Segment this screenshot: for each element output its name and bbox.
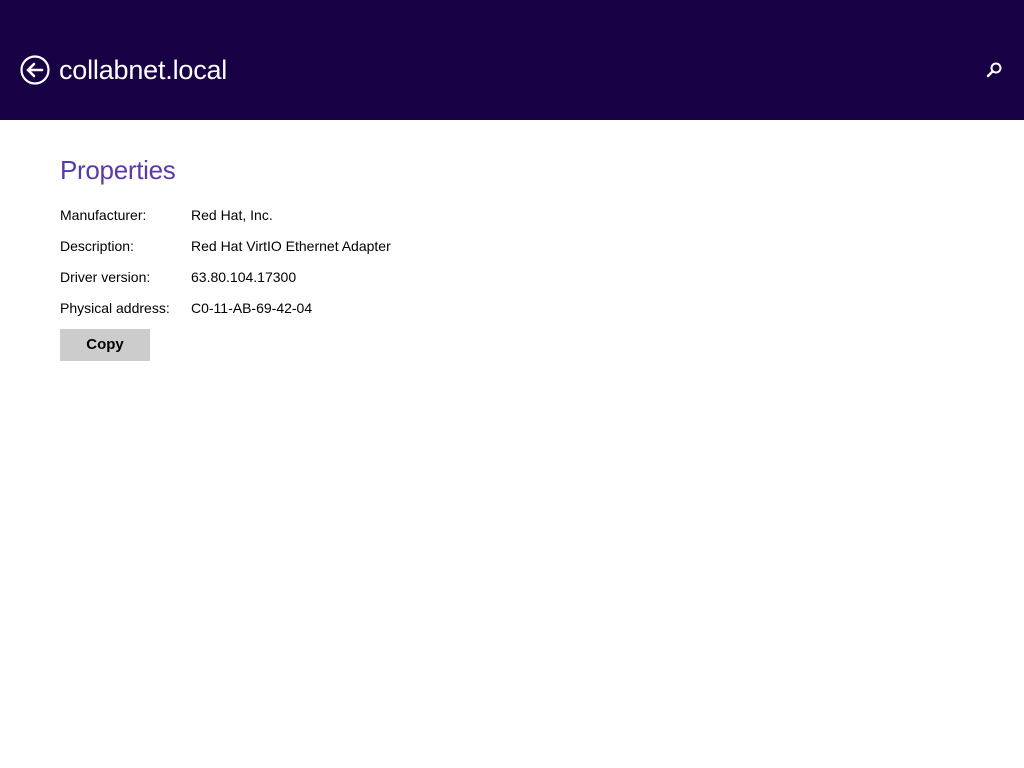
search-icon xyxy=(984,60,1004,80)
property-value: 63.80.104.17300 xyxy=(191,269,297,285)
property-value: C0-11-AB-69-42-04 xyxy=(191,300,313,316)
property-value: Red Hat VirtIO Ethernet Adapter xyxy=(191,238,391,254)
property-label: Manufacturer: xyxy=(60,207,147,223)
search-button[interactable] xyxy=(984,60,1004,80)
property-label: Physical address: xyxy=(60,300,170,316)
copy-button[interactable]: Copy xyxy=(60,329,150,361)
property-value: Red Hat, Inc. xyxy=(191,207,273,223)
page-title: collabnet.local xyxy=(59,55,228,85)
app-header: collabnet.local xyxy=(0,0,1024,120)
back-button[interactable] xyxy=(20,55,50,85)
back-arrow-circle-icon xyxy=(20,55,50,85)
property-label: Driver version: xyxy=(60,269,151,285)
section-title: Properties xyxy=(60,155,176,185)
property-label: Description: xyxy=(60,238,134,254)
